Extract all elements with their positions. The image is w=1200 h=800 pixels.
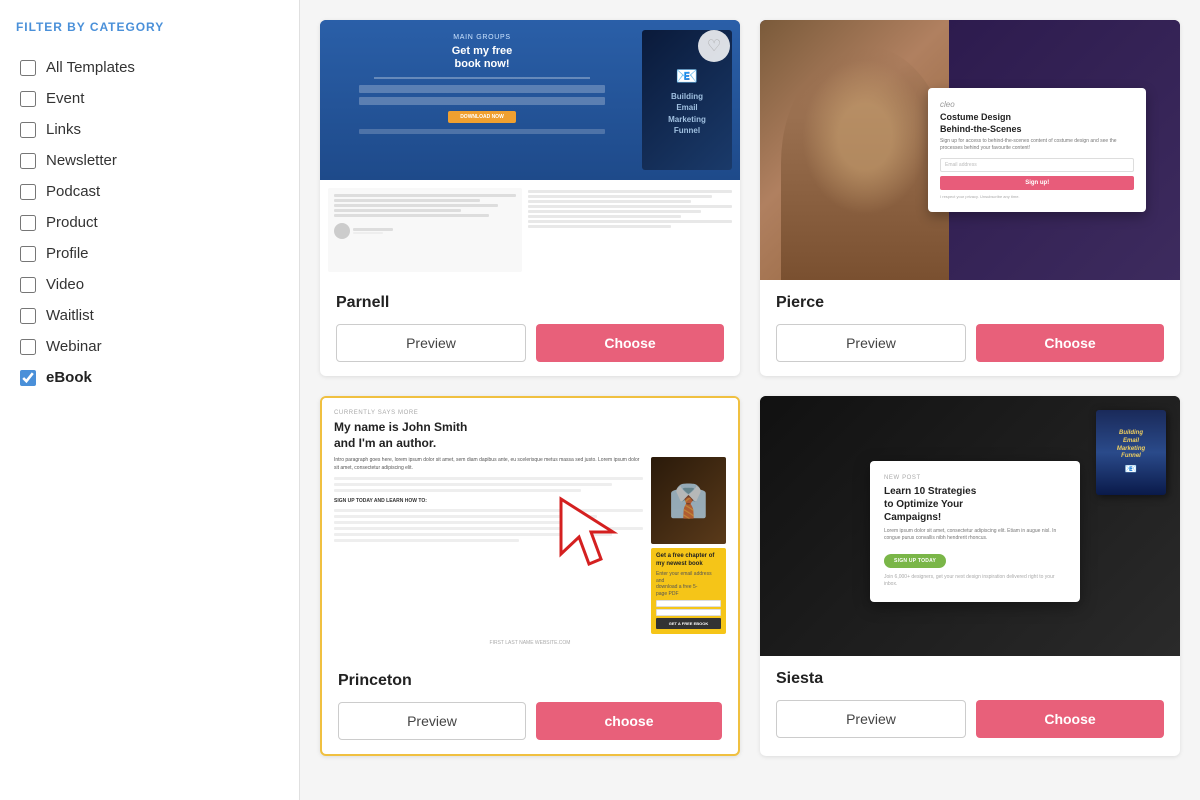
main-content: MAIN GROUPS Get my freebook now! DOWNLOA… bbox=[300, 0, 1200, 800]
checkbox-profile[interactable] bbox=[20, 246, 36, 262]
filter-event[interactable]: Event bbox=[16, 83, 283, 114]
template-card-pierce: cleo Costume DesignBehind-the-Scenes Sig… bbox=[760, 20, 1180, 376]
parnell-favorite-btn[interactable]: ♡ bbox=[698, 30, 730, 62]
filter-label-profile[interactable]: Profile bbox=[46, 245, 89, 262]
pierce-footer: Pierce Preview Choose bbox=[760, 280, 1180, 376]
parnell-name: Parnell bbox=[336, 294, 724, 312]
siesta-choose-btn[interactable]: Choose bbox=[976, 700, 1164, 738]
filter-all[interactable]: All Templates bbox=[16, 52, 283, 83]
parnell-preview: MAIN GROUPS Get my freebook now! DOWNLOA… bbox=[320, 20, 740, 280]
checkbox-links[interactable] bbox=[20, 122, 36, 138]
filter-links[interactable]: Links bbox=[16, 114, 283, 145]
filter-waitlist[interactable]: Waitlist bbox=[16, 300, 283, 331]
filter-podcast[interactable]: Podcast bbox=[16, 176, 283, 207]
checkbox-product[interactable] bbox=[20, 215, 36, 231]
princeton-footer: Princeton Preview choose bbox=[322, 658, 738, 754]
pierce-choose-btn[interactable]: Choose bbox=[976, 324, 1164, 362]
filter-label-webinar[interactable]: Webinar bbox=[46, 338, 102, 355]
princeton-preview-btn[interactable]: Preview bbox=[338, 702, 526, 740]
filter-label-video[interactable]: Video bbox=[46, 276, 84, 293]
siesta-preview-btn[interactable]: Preview bbox=[776, 700, 966, 738]
siesta-actions: Preview Choose bbox=[776, 700, 1164, 738]
filter-ebook[interactable]: eBook bbox=[16, 362, 283, 393]
checkbox-webinar[interactable] bbox=[20, 339, 36, 355]
pierce-preview: cleo Costume DesignBehind-the-Scenes Sig… bbox=[760, 20, 1180, 280]
checkbox-waitlist[interactable] bbox=[20, 308, 36, 324]
parnell-actions: Preview Choose bbox=[336, 324, 724, 362]
filter-label-product[interactable]: Product bbox=[46, 214, 98, 231]
filter-label-event[interactable]: Event bbox=[46, 90, 84, 107]
pierce-actions: Preview Choose bbox=[776, 324, 1164, 362]
checkbox-event[interactable] bbox=[20, 91, 36, 107]
filter-label-podcast[interactable]: Podcast bbox=[46, 183, 100, 200]
siesta-footer: Siesta Preview Choose bbox=[760, 656, 1180, 752]
checkbox-video[interactable] bbox=[20, 277, 36, 293]
templates-grid: MAIN GROUPS Get my freebook now! DOWNLOA… bbox=[320, 20, 1180, 756]
template-card-parnell: MAIN GROUPS Get my freebook now! DOWNLOA… bbox=[320, 20, 740, 376]
filter-newsletter[interactable]: Newsletter bbox=[16, 145, 283, 176]
sidebar: FILTER BY CATEGORY All Templates Event L… bbox=[0, 0, 300, 800]
parnell-choose-btn[interactable]: Choose bbox=[536, 324, 724, 362]
filter-label-ebook[interactable]: eBook bbox=[46, 369, 92, 386]
filter-label-waitlist[interactable]: Waitlist bbox=[46, 307, 94, 324]
checkbox-newsletter[interactable] bbox=[20, 153, 36, 169]
template-card-siesta: NEW POST Learn 10 Strategiesto Optimize … bbox=[760, 396, 1180, 756]
parnell-footer: Parnell Preview Choose bbox=[320, 280, 740, 376]
checkbox-ebook[interactable] bbox=[20, 370, 36, 386]
filter-video[interactable]: Video bbox=[16, 269, 283, 300]
princeton-choose-btn[interactable]: choose bbox=[536, 702, 722, 740]
princeton-actions: Preview choose bbox=[338, 702, 722, 740]
template-card-princeton: CURRENTLY SAYS MORE My name is John Smit… bbox=[320, 396, 740, 756]
filter-product[interactable]: Product bbox=[16, 207, 283, 238]
princeton-name: Princeton bbox=[338, 672, 722, 690]
filter-label-newsletter[interactable]: Newsletter bbox=[46, 152, 117, 169]
filter-webinar[interactable]: Webinar bbox=[16, 331, 283, 362]
filter-label-links[interactable]: Links bbox=[46, 121, 81, 138]
filter-label-all[interactable]: All Templates bbox=[46, 59, 135, 76]
filter-profile[interactable]: Profile bbox=[16, 238, 283, 269]
pierce-preview-btn[interactable]: Preview bbox=[776, 324, 966, 362]
sidebar-title: FILTER BY CATEGORY bbox=[16, 20, 283, 34]
princeton-preview: CURRENTLY SAYS MORE My name is John Smit… bbox=[322, 398, 738, 658]
parnell-preview-btn[interactable]: Preview bbox=[336, 324, 526, 362]
checkbox-podcast[interactable] bbox=[20, 184, 36, 200]
siesta-name: Siesta bbox=[776, 670, 1164, 688]
pierce-name: Pierce bbox=[776, 294, 1164, 312]
siesta-preview: NEW POST Learn 10 Strategiesto Optimize … bbox=[760, 396, 1180, 656]
checkbox-all[interactable] bbox=[20, 60, 36, 76]
